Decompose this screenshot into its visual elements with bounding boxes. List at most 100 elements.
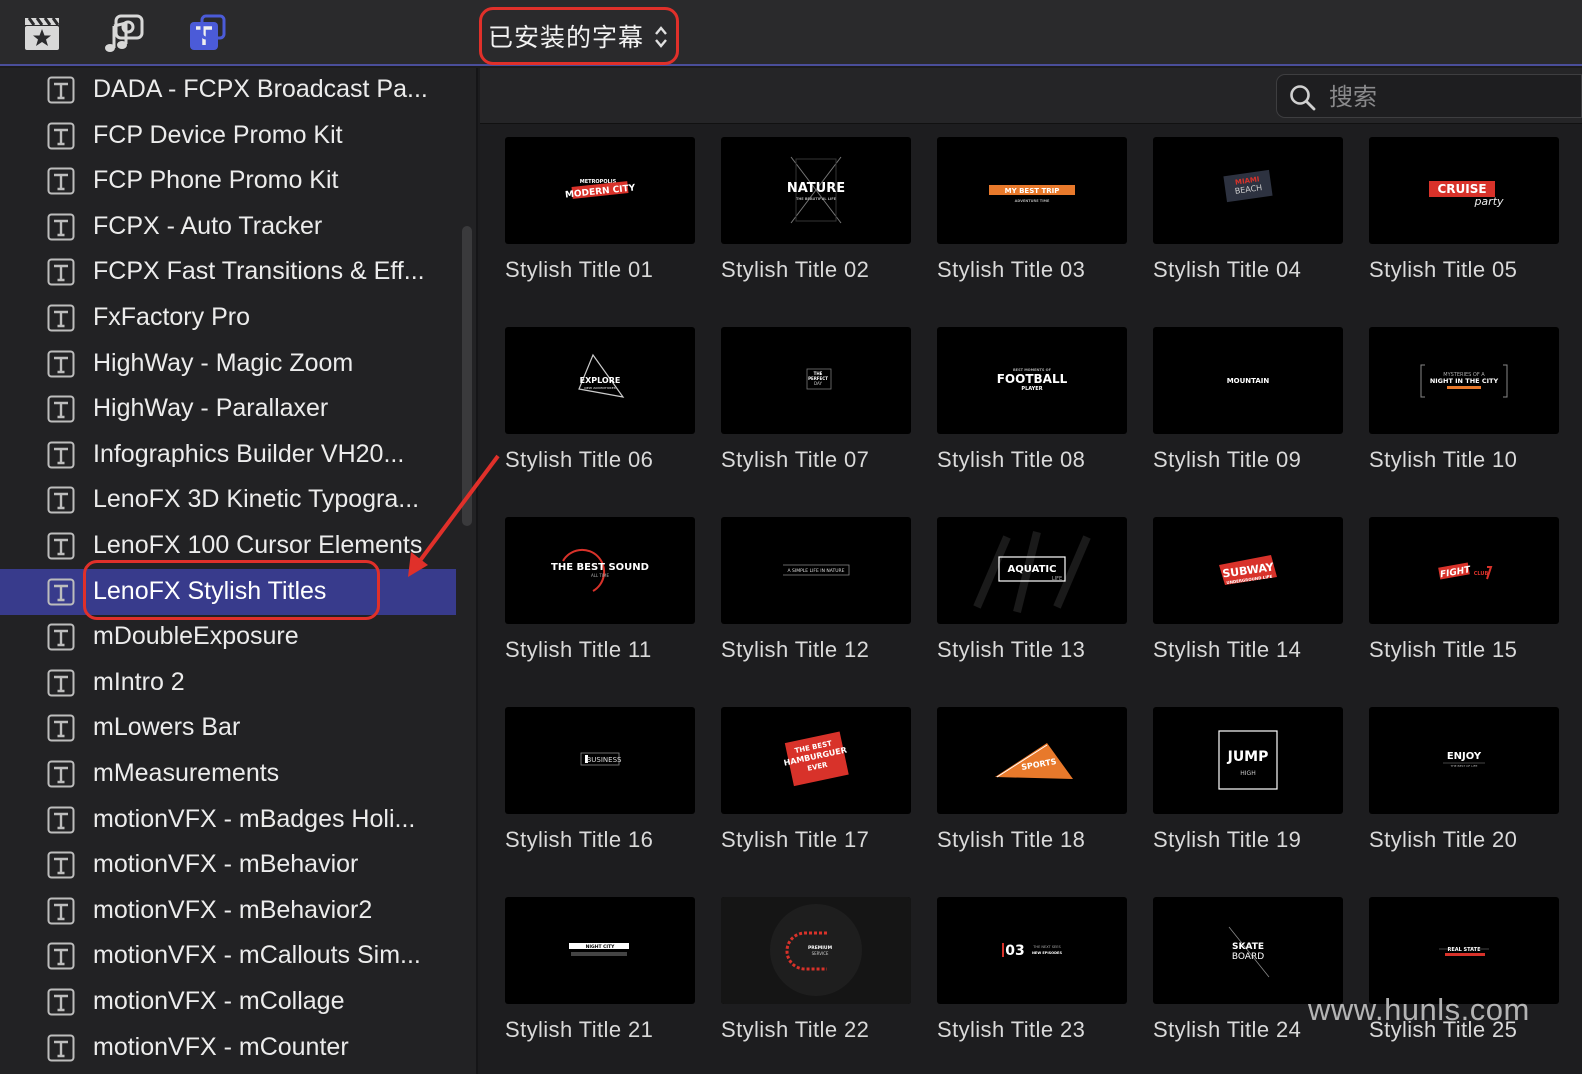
title-thumbnail[interactable]: THE BEST SOUND ALL TIME <box>505 517 695 624</box>
title-thumbnail[interactable]: 03 THE NEXT SEES NEW EPISODES <box>937 897 1127 1004</box>
up-down-chevron-icon <box>655 26 667 48</box>
title-tile[interactable]: METROPOLIS MODERN CITY Stylish Title 01 <box>505 137 697 287</box>
browser-grid: METROPOLISMODERN CITY Stylish Title 01 NAT… <box>480 68 1582 1074</box>
sidebar-item[interactable]: motionVFX - mCollage <box>0 979 456 1025</box>
title-thumbnail[interactable]: MYSTERIES OF A NIGHT IN THE CITY <box>1369 327 1559 434</box>
title-tile[interactable]: MOUNTAIN Stylish Title 09 <box>1153 327 1345 477</box>
sidebar-item[interactable]: HighWay - Magic Zoom <box>0 341 456 387</box>
title-preview-art: BEST MOMENTS OFFOOTBALLPLAYER <box>997 368 1068 392</box>
title-t-icon <box>47 988 75 1016</box>
title-tile[interactable]: JUMP HIGH Stylish Title 19 <box>1153 707 1345 857</box>
title-thumbnail[interactable]: THE BEST HAMBURGUER EVER <box>721 707 911 814</box>
sidebar-item[interactable]: Infographics Builder VH20... <box>0 432 456 478</box>
search-input[interactable] <box>1329 81 1569 113</box>
sidebar-item[interactable]: FxFactory Pro <box>0 295 456 341</box>
title-thumbnail[interactable]: BUSINESS <box>505 707 695 814</box>
title-tile[interactable]: NIGHT CITY Stylish Title 21 <box>505 897 697 1047</box>
title-tile[interactable]: NATURE THE BEAUTIFUL LIFE Stylish Title 02 <box>721 137 913 287</box>
title-thumbnail[interactable]: MOUNTAIN <box>1153 327 1343 434</box>
title-thumbnail[interactable]: PREMIUM SERVICE <box>721 897 911 1004</box>
title-preview-art: AQUATICLIFE <box>973 531 1091 613</box>
sidebar-item[interactable]: motionVFX - mCounter <box>0 1025 456 1071</box>
caption-category-selector[interactable]: 已安装的字幕 <box>479 7 679 65</box>
browser-toolbar: 已安装的字幕 <box>0 0 1582 66</box>
sidebar-item[interactable]: FCP Phone Promo Kit <box>0 158 456 204</box>
title-tile[interactable]: CRUISE party Stylish Title 05 <box>1369 137 1561 287</box>
sidebar-item[interactable]: mDoubleExposure <box>0 614 456 660</box>
title-tile[interactable]: AQUATIC LIFE Stylish Title 13 <box>937 517 1129 667</box>
title-thumbnail[interactable]: SKATE BOARD <box>1153 897 1343 1004</box>
clapper-star-icon[interactable] <box>22 14 62 54</box>
sidebar-item[interactable]: mLowers Bar <box>0 705 456 751</box>
title-tile-label: Stylish Title 06 <box>505 447 654 472</box>
svg-text:HIGH: HIGH <box>1240 770 1255 777</box>
titles-icon[interactable] <box>188 14 228 54</box>
title-preview-art: MY BEST TRIP ADVENTURE TIME <box>989 185 1075 203</box>
sidebar-item[interactable]: motionVFX - mBehavior2 <box>0 888 456 934</box>
sidebar-item-label: motionVFX - mCallouts Sim... <box>93 941 421 970</box>
sidebar-item[interactable]: LenoFX 3D Kinetic Typogra... <box>0 477 456 523</box>
title-tile[interactable]: THE BEST HAMBURGUER EVER Stylish Title 17 <box>721 707 913 857</box>
title-tile[interactable]: THE PERFECT DAY Stylish Title 07 <box>721 327 913 477</box>
title-thumbnail[interactable]: A SIMPLE LIFE IN NATURE <box>721 517 911 624</box>
title-thumbnail[interactable]: EXPLORE NEW ADVENTURES <box>505 327 695 434</box>
sidebar-item-label: FCPX Fast Transitions & Eff... <box>93 257 425 286</box>
title-thumbnail[interactable]: METROPOLIS MODERN CITY <box>505 137 695 244</box>
title-tile[interactable]: THE BEST SOUND ALL TIME Stylish Title 11 <box>505 517 697 667</box>
title-t-icon <box>47 760 75 788</box>
sidebar-item[interactable]: motionVFX - mBadges Holi... <box>0 797 456 843</box>
title-tile[interactable]: SUBWAY UNDERGROUND LIFE Stylish Title 14 <box>1153 517 1345 667</box>
watermark: www.hunls.com <box>1308 992 1530 1027</box>
title-tile[interactable]: SPORTS Stylish Title 18 <box>937 707 1129 857</box>
sidebar-item[interactable]: HighWay - Parallaxer <box>0 386 456 432</box>
title-thumbnail[interactable]: CRUISE party <box>1369 137 1559 244</box>
title-thumbnail[interactable]: MIAMI BEACH <box>1153 137 1343 244</box>
search-field[interactable] <box>1276 74 1582 118</box>
sidebar-item[interactable]: mMeasurements <box>0 751 456 797</box>
title-thumbnail[interactable]: AQUATIC LIFE <box>937 517 1127 624</box>
title-preview-art: THE BESTHAMBURGUEREVER <box>783 731 849 787</box>
title-thumbnail[interactable]: REAL STATE <box>1369 897 1559 1004</box>
title-preview-art: REAL STATE <box>1439 947 1489 956</box>
title-thumbnail[interactable]: FIGHT CLUB <box>1369 517 1559 624</box>
title-thumbnail[interactable]: ENJOY THE BEST OF LIFE <box>1369 707 1559 814</box>
sidebar-item[interactable]: FCP Device Promo Kit <box>0 113 456 159</box>
title-preview-art: MOUNTAIN <box>1227 377 1270 385</box>
title-thumbnail[interactable]: NATURE THE BEAUTIFUL LIFE <box>721 137 911 244</box>
title-thumbnail[interactable]: SPORTS <box>937 707 1127 814</box>
title-tile[interactable]: EXPLORE NEW ADVENTURES Stylish Title 06 <box>505 327 697 477</box>
title-t-icon <box>47 669 75 697</box>
sidebar-item[interactable]: motionVFX - mCallouts Sim... <box>0 933 456 979</box>
title-tile-label: Stylish Title 02 <box>721 257 870 282</box>
sidebar-item-label: mLowers Bar <box>93 713 241 742</box>
title-thumbnail[interactable]: JUMP HIGH <box>1153 707 1343 814</box>
svg-text:A SIMPLE LIFE IN NATURE: A SIMPLE LIFE IN NATURE <box>788 568 845 574</box>
sidebar-item[interactable]: DADA - FCPX Broadcast Pa... <box>0 68 456 113</box>
music-photo-icon[interactable] <box>104 14 144 54</box>
title-tile[interactable]: MIAMI BEACH Stylish Title 04 <box>1153 137 1345 287</box>
title-tile[interactable]: MYSTERIES OF A NIGHT IN THE CITY Stylish T… <box>1369 327 1561 477</box>
sidebar-item[interactable]: FCPX Fast Transitions & Eff... <box>0 249 456 295</box>
title-tile[interactable]: ENJOY THE BEST OF LIFE Stylish Title 20 <box>1369 707 1561 857</box>
sidebar-scrollbar[interactable] <box>462 226 472 526</box>
title-tile[interactable]: 03 THE NEXT SEES NEW EPISODES Stylish Title… <box>937 897 1129 1047</box>
svg-text:03: 03 <box>1005 943 1024 959</box>
title-tile[interactable]: PREMIUM SERVICE Stylish Title 22 <box>721 897 913 1047</box>
title-thumbnail[interactable]: SUBWAY UNDERGROUND LIFE <box>1153 517 1343 624</box>
sidebar-item[interactable]: mIntro 2 <box>0 660 456 706</box>
title-tile[interactable]: BEST MOMENTS OF FOOTBALL PLAYER Stylish Tit… <box>937 327 1129 477</box>
title-preview-art: MYSTERIES OF ANIGHT IN THE CITY <box>1420 364 1508 398</box>
title-t-icon <box>47 350 75 378</box>
svg-text:MY BEST TRIP: MY BEST TRIP <box>1005 187 1060 195</box>
title-tile[interactable]: A SIMPLE LIFE IN NATURE Stylish Title 12 <box>721 517 913 667</box>
title-thumbnail[interactable]: BEST MOMENTS OF FOOTBALL PLAYER <box>937 327 1127 434</box>
sidebar-item[interactable]: FCPX - Auto Tracker <box>0 204 456 250</box>
svg-text:ENJOY: ENJOY <box>1447 751 1482 762</box>
title-thumbnail[interactable]: MY BEST TRIP ADVENTURE TIME <box>937 137 1127 244</box>
title-thumbnail[interactable]: THE PERFECT DAY <box>721 327 911 434</box>
title-thumbnail[interactable]: NIGHT CITY <box>505 897 695 1004</box>
title-tile[interactable]: MY BEST TRIP ADVENTURE TIME Stylish Title … <box>937 137 1129 287</box>
sidebar-item[interactable]: motionVFX - mBehavior <box>0 842 456 888</box>
title-tile[interactable]: FIGHT CLUB Stylish Title 15 <box>1369 517 1561 667</box>
title-tile[interactable]: BUSINESS Stylish Title 16 <box>505 707 697 857</box>
